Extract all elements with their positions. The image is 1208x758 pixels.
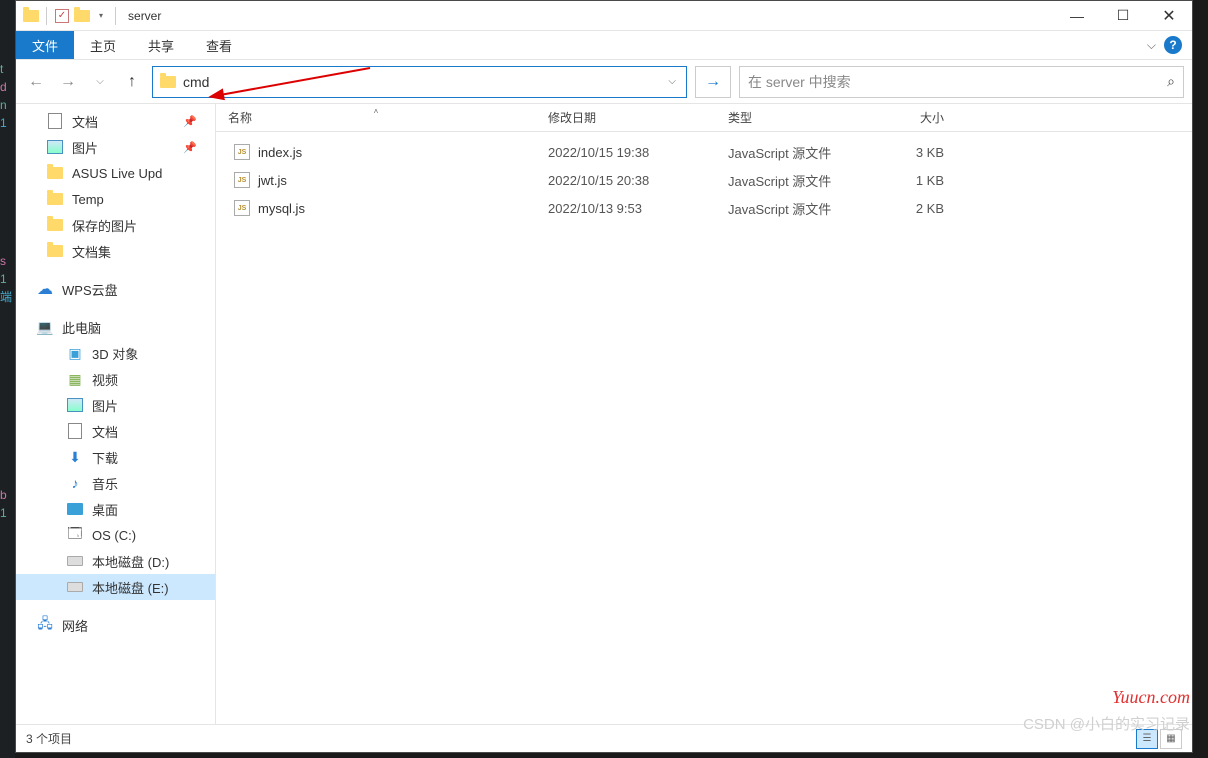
video-icon: ▦ — [66, 370, 84, 388]
address-input[interactable] — [183, 74, 658, 90]
sort-asc-icon: ˄ — [374, 107, 379, 116]
search-placeholder: 在 server 中搜索 — [748, 72, 851, 92]
watermark-csdn: CSDN @小白的实习记录 — [1023, 713, 1190, 734]
titlebar: ✓ ▾ server — ☐ ✕ — [16, 1, 1192, 31]
minimize-button[interactable]: — — [1054, 1, 1100, 31]
pin-icon: 📌 — [183, 141, 197, 154]
nav-this-pc[interactable]: 💻此电脑 — [16, 314, 215, 340]
column-name[interactable]: ˄名称 — [216, 109, 536, 126]
status-bar: 3 个项目 ☰ ▦ — [16, 724, 1192, 752]
column-headers[interactable]: ˄名称 修改日期 类型 大小 — [216, 104, 1192, 132]
js-file-icon: JS — [234, 144, 250, 160]
explorer-window: ✓ ▾ server — ☐ ✕ 文件 主页 共享 查看 ⌵ ? ← → ⌵ ↑… — [15, 0, 1193, 753]
nav-saved-pictures[interactable]: 保存的图片 — [16, 212, 215, 238]
close-button[interactable]: ✕ — [1146, 1, 1192, 31]
drive-icon: 🗔 — [66, 526, 84, 544]
music-icon: ♪ — [66, 474, 84, 492]
ribbon-tabs: 文件 主页 共享 查看 ⌵ ? — [16, 31, 1192, 59]
pin-icon: 📌 — [183, 115, 197, 128]
go-button[interactable]: → — [695, 66, 731, 98]
column-date[interactable]: 修改日期 — [536, 109, 716, 126]
navigation-pane[interactable]: 文档📌 图片📌 ASUS Live Upd Temp 保存的图片 文档集 ☁WP… — [16, 104, 216, 724]
download-icon: ⬇ — [66, 448, 84, 466]
nav-pictures[interactable]: 图片📌 — [16, 134, 215, 160]
nav-disk-e[interactable]: 本地磁盘 (E:) — [16, 574, 215, 600]
qat-dropdown-icon[interactable]: ▾ — [99, 11, 103, 20]
nav-downloads[interactable]: ⬇下载 — [16, 444, 215, 470]
nav-network[interactable]: 🖧网络 — [16, 612, 215, 638]
folder-icon — [22, 7, 40, 25]
watermark-yuucn: Yuucn.com — [1112, 687, 1190, 708]
js-file-icon: JS — [234, 200, 250, 216]
folder-icon — [159, 73, 177, 91]
nav-wps[interactable]: ☁WPS云盘 — [16, 276, 215, 302]
nav-pictures2[interactable]: 图片 — [16, 392, 215, 418]
nav-videos[interactable]: ▦视频 — [16, 366, 215, 392]
3d-icon: ▣ — [66, 344, 84, 362]
js-file-icon: JS — [234, 172, 250, 188]
nav-3d-objects[interactable]: ▣3D 对象 — [16, 340, 215, 366]
search-box[interactable]: 在 server 中搜索 ⌕ — [739, 66, 1184, 98]
item-count: 3 个项目 — [26, 730, 72, 747]
nav-asus[interactable]: ASUS Live Upd — [16, 160, 215, 186]
file-row[interactable]: JSindex.js 2022/10/15 19:38 JavaScript 源… — [216, 138, 1192, 166]
cloud-icon: ☁ — [36, 280, 54, 298]
nav-os-c[interactable]: 🗔OS (C:) — [16, 522, 215, 548]
recent-dropdown-icon[interactable]: ⌵ — [88, 70, 112, 94]
column-type[interactable]: 类型 — [716, 109, 866, 126]
search-icon[interactable]: ⌕ — [1167, 73, 1175, 90]
nav-doc-set[interactable]: 文档集 — [16, 238, 215, 264]
background-code-strip: tdn1 s1端 b1 — [0, 0, 15, 758]
ribbon-expand-icon[interactable]: ⌵ — [1147, 38, 1156, 53]
nav-documents[interactable]: 文档📌 — [16, 108, 215, 134]
file-list-pane: ˄名称 修改日期 类型 大小 JSindex.js 2022/10/15 19:… — [216, 104, 1192, 724]
nav-temp[interactable]: Temp — [16, 186, 215, 212]
navigation-bar: ← → ⌵ ↑ ⌵ → 在 server 中搜索 ⌕ — [16, 59, 1192, 103]
tab-file[interactable]: 文件 — [16, 31, 74, 59]
separator — [46, 7, 47, 25]
tab-view[interactable]: 查看 — [190, 31, 248, 59]
file-list[interactable]: JSindex.js 2022/10/15 19:38 JavaScript 源… — [216, 132, 1192, 724]
folder-icon — [73, 7, 91, 25]
maximize-button[interactable]: ☐ — [1100, 1, 1146, 31]
nav-music[interactable]: ♪音乐 — [16, 470, 215, 496]
column-size[interactable]: 大小 — [866, 109, 956, 126]
address-dropdown-icon[interactable]: ⌵ — [664, 76, 680, 87]
tab-home[interactable]: 主页 — [74, 31, 132, 59]
separator — [115, 7, 116, 25]
file-row[interactable]: JSmysql.js 2022/10/13 9:53 JavaScript 源文… — [216, 194, 1192, 222]
pc-icon: 💻 — [36, 318, 54, 336]
file-row[interactable]: JSjwt.js 2022/10/15 20:38 JavaScript 源文件… — [216, 166, 1192, 194]
network-icon: 🖧 — [36, 616, 54, 634]
nav-desktop[interactable]: 桌面 — [16, 496, 215, 522]
nav-documents2[interactable]: 文档 — [16, 418, 215, 444]
forward-button: → — [56, 70, 80, 94]
up-button[interactable]: ↑ — [120, 70, 144, 94]
address-bar[interactable]: ⌵ — [152, 66, 687, 98]
nav-disk-d[interactable]: 本地磁盘 (D:) — [16, 548, 215, 574]
qat-checkbox-icon[interactable]: ✓ — [53, 7, 71, 25]
help-icon[interactable]: ? — [1164, 36, 1182, 54]
window-title: server — [128, 9, 161, 23]
tab-share[interactable]: 共享 — [132, 31, 190, 59]
back-button[interactable]: ← — [24, 70, 48, 94]
